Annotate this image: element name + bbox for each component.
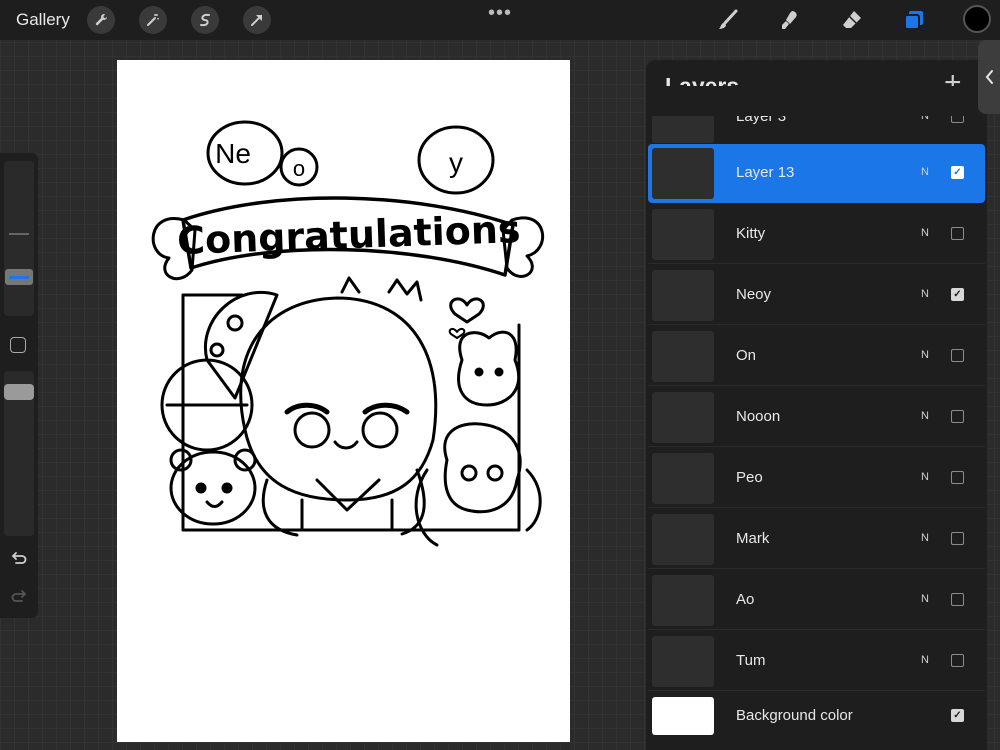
- opacity-slider[interactable]: [4, 371, 34, 536]
- layer-thumbnail: [652, 331, 714, 382]
- layer-thumbnail: [652, 270, 714, 321]
- eraser-icon[interactable]: [838, 6, 866, 34]
- blend-mode-button[interactable]: N: [921, 654, 929, 666]
- layer-row[interactable]: On N: [648, 327, 985, 386]
- layer-name: Nooon: [736, 408, 781, 425]
- blend-mode-button[interactable]: N: [921, 166, 929, 178]
- blend-mode-button[interactable]: N: [921, 410, 929, 422]
- layer-row[interactable]: Ao N: [648, 571, 985, 630]
- visibility-checkbox[interactable]: [951, 471, 964, 484]
- layer-row[interactable]: Mark N: [648, 510, 985, 569]
- layer-name: Mark: [736, 530, 770, 547]
- layer-name: On: [736, 347, 757, 364]
- balloon-left-text: Ne: [215, 138, 251, 169]
- layer-thumbnail: [652, 636, 714, 687]
- layer-thumbnail: [652, 209, 714, 260]
- layer-thumbnail: [652, 453, 714, 504]
- more-options-button[interactable]: •••: [488, 2, 512, 25]
- layer-name: Background color: [736, 707, 853, 724]
- background-color-swatch[interactable]: [652, 697, 714, 735]
- blend-mode-button[interactable]: N: [921, 532, 929, 544]
- redo-icon[interactable]: [10, 587, 28, 610]
- layer-name: Neoy: [736, 286, 772, 303]
- blend-mode-button[interactable]: N: [921, 227, 929, 239]
- wrench-icon[interactable]: [87, 6, 115, 34]
- selection-icon[interactable]: [191, 6, 219, 34]
- brush-size-slider[interactable]: [4, 161, 34, 316]
- layer-row-selected[interactable]: Layer 13 N: [648, 144, 985, 203]
- chevron-left-icon: [985, 70, 993, 84]
- layer-thumbnail: [652, 148, 714, 199]
- layer-row[interactable]: Kitty N: [648, 205, 985, 264]
- visibility-checkbox[interactable]: [951, 593, 964, 606]
- magic-wand-icon[interactable]: [139, 6, 167, 34]
- blend-mode-button[interactable]: N: [921, 593, 929, 605]
- artwork: Ne o y Congratulations: [151, 120, 544, 547]
- left-sidebar: [0, 153, 38, 618]
- layer-thumbnail: [652, 392, 714, 443]
- blend-mode-button[interactable]: N: [921, 349, 929, 361]
- layer-name: Kitty: [736, 225, 766, 242]
- visibility-checkbox[interactable]: [951, 288, 964, 301]
- layer-name: Layer 13: [736, 164, 795, 181]
- visibility-checkbox[interactable]: [951, 166, 964, 179]
- visibility-checkbox[interactable]: [951, 532, 964, 545]
- layer-row[interactable]: Tum N: [648, 632, 985, 691]
- blend-mode-button[interactable]: N: [921, 471, 929, 483]
- transform-arrow-icon[interactable]: [243, 6, 271, 34]
- balloon-right-text: y: [449, 147, 463, 178]
- layer-thumbnail: [652, 575, 714, 626]
- brush-icon[interactable]: [714, 6, 742, 34]
- balloon-small-text: o: [293, 156, 305, 181]
- visibility-checkbox[interactable]: [951, 227, 964, 240]
- list-mask: [646, 86, 987, 116]
- opacity-handle[interactable]: [4, 384, 34, 400]
- background-layer-row[interactable]: Background color: [648, 693, 985, 750]
- layer-row[interactable]: Neoy N: [648, 266, 985, 325]
- layer-row[interactable]: Peo N: [648, 449, 985, 508]
- brush-size-handle[interactable]: [5, 269, 33, 285]
- visibility-checkbox[interactable]: [951, 349, 964, 362]
- handle-accent: [9, 275, 29, 279]
- modify-square-button[interactable]: [10, 337, 26, 353]
- drawing-canvas[interactable]: Ne o y Congratulations: [117, 60, 570, 742]
- slider-tick: [9, 233, 29, 235]
- gallery-button[interactable]: Gallery: [16, 10, 70, 30]
- layer-name: Peo: [736, 469, 763, 486]
- blend-mode-button[interactable]: N: [921, 288, 929, 300]
- smudge-icon[interactable]: [776, 6, 804, 34]
- banner-text: Congratulations: [176, 207, 521, 263]
- layers-panel: Layers + Layer 3 N Layer 13 N Kitty N Ne…: [646, 60, 987, 750]
- visibility-checkbox[interactable]: [951, 410, 964, 423]
- layer-row[interactable]: Nooon N: [648, 388, 985, 447]
- visibility-checkbox[interactable]: [951, 654, 964, 667]
- top-toolbar: Gallery •••: [0, 0, 1000, 40]
- color-picker-button[interactable]: [963, 5, 991, 33]
- undo-icon[interactable]: [10, 549, 28, 572]
- layer-thumbnail: [652, 514, 714, 565]
- sidebar-toggle-tab[interactable]: [978, 40, 1000, 114]
- visibility-checkbox[interactable]: [951, 709, 964, 722]
- layer-name: Ao: [736, 591, 755, 608]
- layer-name: Tum: [736, 652, 766, 669]
- layers-icon[interactable]: [900, 6, 928, 34]
